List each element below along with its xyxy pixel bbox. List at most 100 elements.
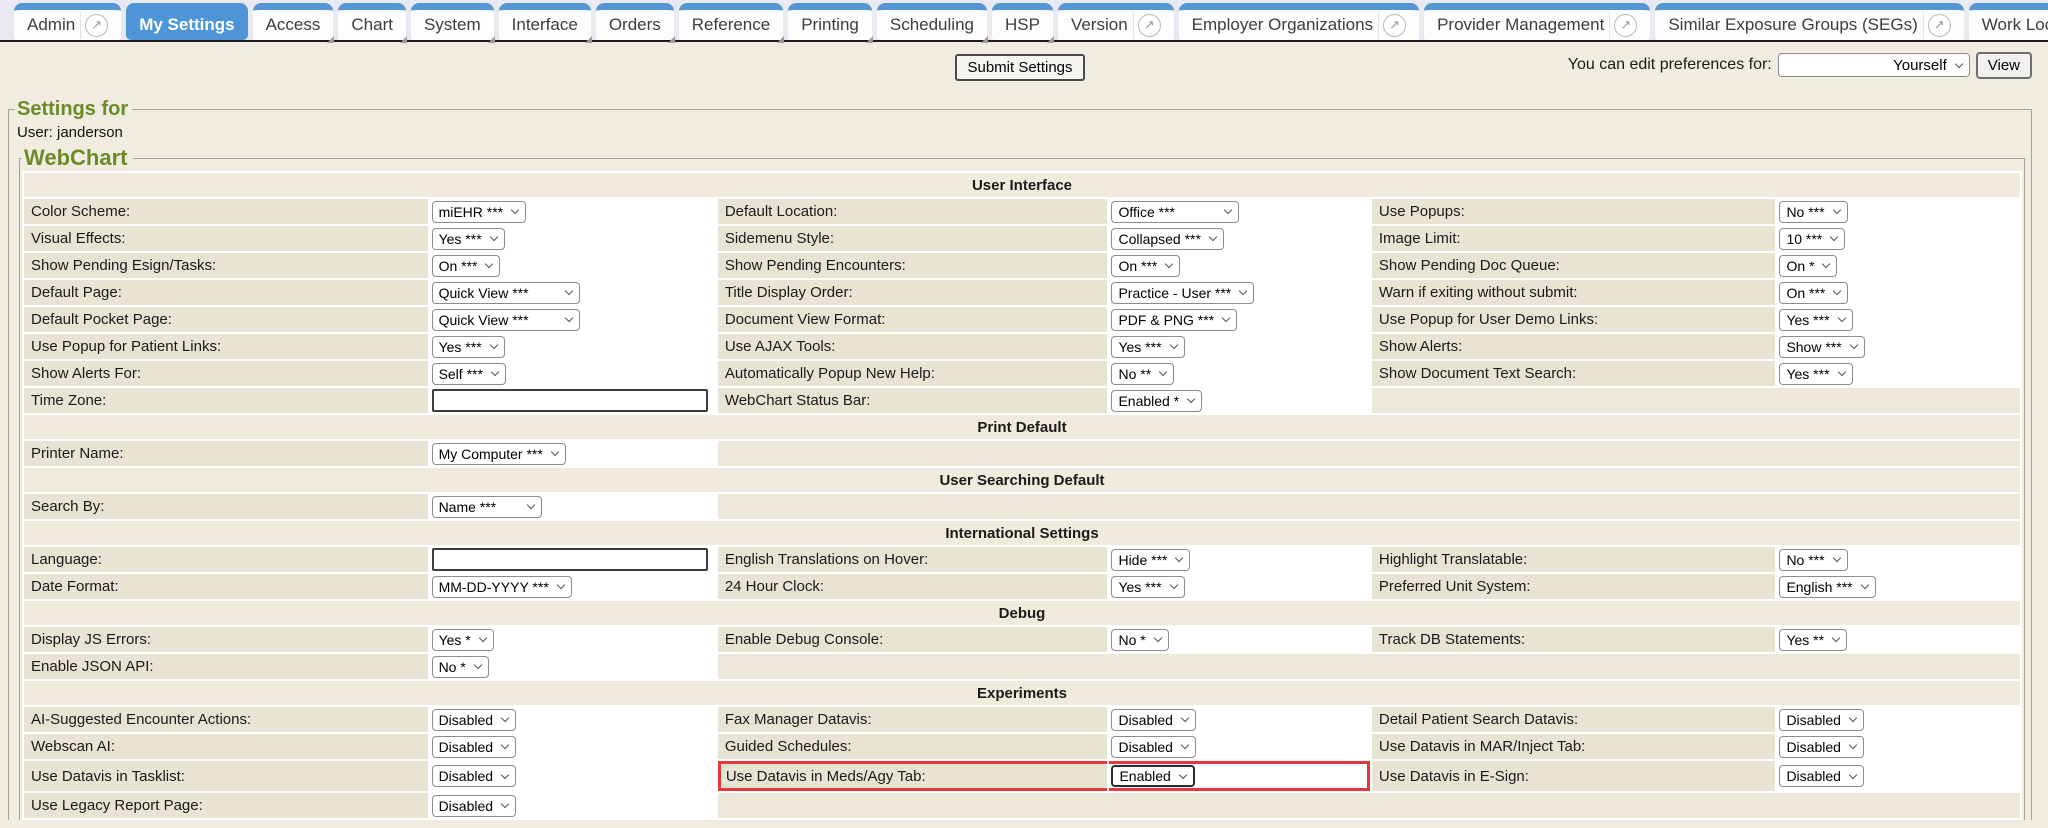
view-button[interactable]: View [1976,52,2032,79]
dropdown-fold-icon [1047,36,1054,43]
setting-select-use-popup-for-patient-links[interactable]: Yes *** [432,336,505,358]
chevron-down-icon [557,581,565,589]
setting-select-value: PDF & PNG *** [1118,312,1214,328]
tab-admin[interactable]: Admin↗ [14,3,121,40]
setting-control-cell: Quick View *** [430,280,716,305]
settings-tbody: User InterfaceColor Scheme:miEHR ***Defa… [24,173,2020,818]
prefs-user-select[interactable]: Yourself [1778,53,1970,77]
setting-select-use-legacy-report-page[interactable]: Disabled [432,795,516,817]
setting-select-show-pending-encounters[interactable]: On *** [1111,255,1180,277]
setting-input-time-zone[interactable] [432,389,708,412]
tab-version[interactable]: Version↗ [1058,3,1174,40]
settings-table: User InterfaceColor Scheme:miEHR ***Defa… [22,171,2022,820]
setting-select-show-document-text-search[interactable]: Yes *** [1779,363,1852,385]
setting-select-document-view-format[interactable]: PDF & PNG *** [1111,309,1237,331]
tab-provider-management[interactable]: Provider Management↗ [1424,3,1650,40]
setting-control-cell: Name *** [430,494,716,519]
setting-select-default-pocket-page[interactable]: Quick View *** [432,309,580,331]
setting-select-guided-schedules[interactable]: Disabled [1111,736,1195,758]
chevron-down-icon [1175,554,1183,562]
setting-select-use-popups[interactable]: No *** [1779,201,1847,223]
setting-select-display-js-errors[interactable]: Yes * [432,629,494,651]
setting-select-value: Disabled [1786,768,1840,784]
setting-select-use-ajax-tools[interactable]: Yes *** [1111,336,1184,358]
setting-select-use-popup-for-user-demo-links[interactable]: Yes *** [1779,309,1852,331]
setting-control-cell: Disabled [430,707,716,732]
setting-select-detail-patient-search-datavis[interactable]: Disabled [1779,709,1863,731]
submit-settings-button[interactable]: Submit Settings [955,54,1084,81]
tab-system[interactable]: System [411,3,494,40]
setting-select-sidemenu-style[interactable]: Collapsed *** [1111,228,1224,250]
setting-select-search-by[interactable]: Name *** [432,496,542,518]
popout-icon[interactable]: ↗ [1614,14,1637,37]
setting-select-image-limit[interactable]: 10 *** [1779,228,1845,250]
setting-select-fax-manager-datavis[interactable]: Disabled [1111,709,1195,731]
section-header-print-default: Print Default [24,415,2020,439]
setting-select-show-pending-esign-tasks[interactable]: On *** [432,255,501,277]
setting-select-value: Disabled [1786,739,1840,755]
setting-select-date-format[interactable]: MM-DD-YYYY *** [432,576,572,598]
setting-input-language[interactable] [432,548,708,571]
setting-select-webchart-status-bar[interactable]: Enabled * [1111,390,1202,412]
popout-icon[interactable]: ↗ [1138,14,1161,37]
setting-select-color-scheme[interactable]: miEHR *** [432,201,527,223]
setting-select-default-page[interactable]: Quick View *** [432,282,580,304]
setting-select-show-pending-doc-queue[interactable]: On * [1779,255,1837,277]
setting-label-guided-schedules: Guided Schedules: [718,734,1108,759]
setting-select-highlight-translatable[interactable]: No *** [1779,549,1847,571]
setting-control-cell: Yes *** [430,334,716,359]
tab-similar-exposure-groups-segs[interactable]: Similar Exposure Groups (SEGs)↗ [1655,3,1963,40]
setting-select-enable-json-api[interactable]: No * [432,656,489,678]
chevron-down-icon [1860,581,1868,589]
setting-control-cell: My Computer *** [430,441,716,466]
setting-control-cell: Disabled [1777,707,2020,732]
tab-work-locations[interactable]: Work Locations↗ [1969,3,2048,40]
tab-access[interactable]: Access [253,3,334,40]
tab-my-settings[interactable]: My Settings [126,3,247,40]
popout-icon[interactable]: ↗ [1928,14,1951,37]
setting-select-value: 10 *** [1786,231,1822,247]
setting-select-value: On *** [1118,258,1157,274]
setting-select-english-translations-on-hover[interactable]: Hide *** [1111,549,1190,571]
chevron-down-icon [1830,233,1838,241]
tab-scheduling[interactable]: Scheduling [877,3,987,40]
setting-select-automatically-popup-new-help[interactable]: No ** [1111,363,1174,385]
popout-icon[interactable]: ↗ [1383,14,1406,37]
setting-select-value: Collapsed *** [1118,231,1201,247]
tab-employer-organizations[interactable]: Employer Organizations↗ [1179,3,1419,40]
tab-label: Interface [512,15,578,35]
setting-select-default-location[interactable]: Office *** [1111,201,1239,223]
popout-icon[interactable]: ↗ [85,14,108,37]
setting-select-use-datavis-in-tasklist[interactable]: Disabled [432,765,516,787]
setting-select-ai-suggested-encounter-actions[interactable]: Disabled [432,709,516,731]
setting-select-value: MM-DD-YYYY *** [439,579,549,595]
setting-select-use-datavis-in-e-sign[interactable]: Disabled [1779,765,1863,787]
setting-select-24-hour-clock[interactable]: Yes *** [1111,576,1184,598]
setting-select-webscan-ai[interactable]: Disabled [432,736,516,758]
tab-label: HSP [1005,15,1040,35]
settings-row: Search By:Name *** [24,494,2020,519]
setting-select-warn-if-exiting-without-submit[interactable]: On *** [1779,282,1848,304]
chevron-down-icon [489,233,497,241]
setting-control-cell: No *** [1777,199,2020,224]
tab-hsp[interactable]: HSP [992,3,1053,40]
tab-reference[interactable]: Reference [679,3,783,40]
setting-select-printer-name[interactable]: My Computer *** [432,443,566,465]
tab-chart[interactable]: Chart [338,3,406,40]
setting-select-show-alerts[interactable]: Show *** [1779,336,1864,358]
tab-orders[interactable]: Orders [596,3,674,40]
setting-select-use-datavis-in-mar-inject-tab[interactable]: Disabled [1779,736,1863,758]
setting-select-show-alerts-for[interactable]: Self *** [432,363,506,385]
setting-select-track-db-statements[interactable]: Yes ** [1779,629,1847,651]
setting-select-preferred-unit-system[interactable]: English *** [1779,576,1875,598]
tab-printing[interactable]: Printing [788,3,872,40]
setting-label-preferred-unit-system: Preferred Unit System: [1372,574,1776,599]
setting-select-enable-debug-console[interactable]: No * [1111,629,1168,651]
empty-cell [718,654,2020,679]
setting-select-use-datavis-in-meds-agy-tab[interactable]: Enabled [1111,765,1194,787]
settings-row: Language:English Translations on Hover:H… [24,547,2020,572]
setting-select-title-display-order[interactable]: Practice - User *** [1111,282,1254,304]
setting-select-visual-effects[interactable]: Yes *** [432,228,505,250]
tab-interface[interactable]: Interface [499,3,591,40]
settings-row: Default Page:Quick View ***Title Display… [24,280,2020,305]
